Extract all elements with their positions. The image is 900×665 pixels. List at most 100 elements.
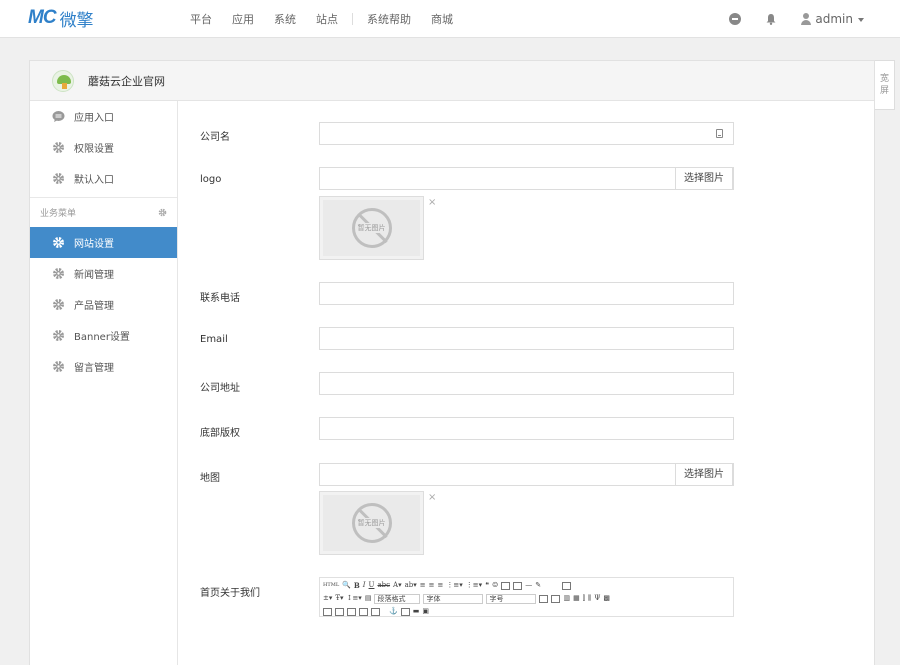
row-spacing-icon[interactable]: ±▾ <box>323 593 332 604</box>
align-center-icon[interactable]: ≡ <box>429 580 435 591</box>
phone-input[interactable] <box>320 283 733 304</box>
address-input[interactable] <box>320 373 733 394</box>
email-input[interactable] <box>320 328 733 349</box>
remove-image-icon[interactable]: × <box>428 197 436 208</box>
delete-row-icon[interactable]: ▦ <box>573 593 580 604</box>
spacing-icon[interactable]: ↕≡▾ <box>347 593 362 604</box>
print-icon[interactable]: ▬ <box>413 606 420 617</box>
logo-field[interactable]: 选择图片 <box>319 167 734 190</box>
cell-icon[interactable] <box>347 607 356 616</box>
main-nav: 平台 应用 系统 站点 系统帮助 商城 <box>190 0 473 38</box>
settings-gear-icon[interactable] <box>158 208 167 217</box>
insert-frame-icon[interactable] <box>513 581 523 590</box>
table-insert-icon[interactable] <box>551 594 561 603</box>
select-image-button[interactable]: 选择图片 <box>675 463 733 486</box>
sidebar-item-permissions[interactable]: 权限设置 <box>30 132 177 163</box>
sidebar-item-label: 默认入口 <box>74 175 114 186</box>
brand-logo[interactable]: MC 微擎 <box>28 7 94 31</box>
font-size-select[interactable]: 字号 <box>486 593 537 604</box>
user-menu[interactable]: admin <box>801 12 864 26</box>
find-icon[interactable]: 🔍 <box>342 580 351 591</box>
font-color-button[interactable]: A▾ <box>393 580 402 591</box>
nav-item-platform[interactable]: 平台 <box>190 11 212 27</box>
sidebar-item-site-settings[interactable]: 网站设置 <box>30 227 177 258</box>
sidebar-item-banner[interactable]: Banner设置 <box>30 320 177 351</box>
underline-button[interactable]: U <box>369 580 375 591</box>
gear-icon <box>53 142 64 153</box>
wide-screen-label-1: 宽 <box>879 74 889 84</box>
insert-row-icon[interactable]: ▥ <box>563 593 570 604</box>
line-height-icon[interactable]: Ŧ▾ <box>335 593 343 604</box>
align-right-icon[interactable]: ≡ <box>438 580 444 591</box>
split-cells-icon[interactable]: ▩ <box>603 593 610 604</box>
sidebar-item-label: 新闻管理 <box>74 270 114 281</box>
sidebar-item-label: 权限设置 <box>74 144 114 155</box>
message-icon[interactable] <box>729 13 742 25</box>
emoji-icon[interactable]: ☺ <box>492 580 498 591</box>
gear-icon <box>53 299 64 310</box>
bell-icon[interactable] <box>765 13 777 25</box>
bold-button[interactable]: B <box>354 580 360 591</box>
email-field[interactable] <box>319 327 734 350</box>
horizontal-rule-icon[interactable]: — <box>525 580 532 591</box>
table-icon[interactable] <box>539 594 549 603</box>
anchor-icon[interactable]: ⚓ <box>389 606 398 617</box>
preview-icon[interactable]: ▣ <box>422 606 429 617</box>
sidebar-item-messages[interactable]: 留言管理 <box>30 351 177 382</box>
logo-input[interactable] <box>320 168 733 189</box>
gear-icon <box>53 237 64 248</box>
map-field[interactable]: 选择图片 <box>319 463 734 486</box>
ordered-list-icon[interactable]: ⋮≡▾ <box>446 580 462 591</box>
wide-screen-label-2: 屏 <box>879 86 889 96</box>
insert-column-icon[interactable]: ⫿ <box>583 593 585 604</box>
company-name-input[interactable] <box>320 123 733 144</box>
delete-column-icon[interactable]: ⫼ <box>588 593 591 604</box>
phone-field[interactable] <box>319 282 734 305</box>
nav-item-help[interactable]: 系统帮助 <box>367 11 411 27</box>
cell-icon[interactable] <box>371 607 380 616</box>
phone-label: 联系电话 <box>200 293 240 304</box>
italic-button[interactable]: I <box>363 580 366 591</box>
blockquote-icon[interactable]: ❝ <box>485 580 489 591</box>
copyright-label: 底部版权 <box>200 428 240 439</box>
sidebar-item-products[interactable]: 产品管理 <box>30 289 177 320</box>
sidebar-item-news[interactable]: 新闻管理 <box>30 258 177 289</box>
image-icon[interactable] <box>501 581 511 590</box>
nav-item-apps[interactable]: 应用 <box>232 11 254 27</box>
copyright-field[interactable] <box>319 417 734 440</box>
company-name-field[interactable] <box>319 122 734 145</box>
about-us-label: 首页关于我们 <box>200 588 260 599</box>
html-source-button[interactable]: HTML <box>323 580 339 591</box>
unordered-list-icon[interactable]: ⋮≡▾ <box>466 580 482 591</box>
eraser-icon[interactable]: ✎ <box>535 580 541 591</box>
map-label: 地图 <box>200 473 220 484</box>
paragraph-format-select[interactable]: 段落格式 <box>374 593 421 604</box>
rich-text-editor[interactable]: HTML 🔍 B I U abc A▾ ab▾ ≡ ≡ ≡ ⋮≡▾ ⋮≡▾ ❝ … <box>319 577 734 617</box>
sidebar-item-app-entry[interactable]: 应用入口 <box>30 101 177 132</box>
insert-image-icon[interactable] <box>400 607 410 616</box>
fullscreen-icon[interactable] <box>562 581 572 590</box>
nav-item-system[interactable]: 系统 <box>274 11 296 27</box>
map-input[interactable] <box>320 464 733 485</box>
cell-icon[interactable] <box>359 607 368 616</box>
logo-preview: 暂无图片 <box>319 196 424 260</box>
select-image-button[interactable]: 选择图片 <box>675 167 733 190</box>
nav-divider <box>352 13 353 25</box>
font-family-select[interactable]: 字体 <box>423 593 484 604</box>
merge-cells-icon[interactable]: Ψ <box>594 593 600 604</box>
address-field[interactable] <box>319 372 734 395</box>
copyright-input[interactable] <box>320 418 733 439</box>
sidebar-item-label: 网站设置 <box>74 239 114 250</box>
sidebar-item-default-entry[interactable]: 默认入口 <box>30 163 177 194</box>
cell-icon[interactable] <box>335 607 344 616</box>
image-placeholder: 暂无图片 <box>323 495 420 551</box>
highlight-button[interactable]: ab▾ <box>405 580 417 591</box>
strikethrough-button[interactable]: abc <box>377 580 390 591</box>
nav-item-site[interactable]: 站点 <box>316 11 338 27</box>
align-left-icon[interactable]: ≡ <box>420 580 426 591</box>
remove-image-icon[interactable]: × <box>428 492 436 503</box>
wide-screen-toggle[interactable]: 宽 屏 <box>875 60 895 110</box>
indent-icon[interactable]: ▤ <box>365 593 372 604</box>
cell-icon[interactable] <box>323 607 332 616</box>
nav-item-store[interactable]: 商城 <box>431 11 453 27</box>
